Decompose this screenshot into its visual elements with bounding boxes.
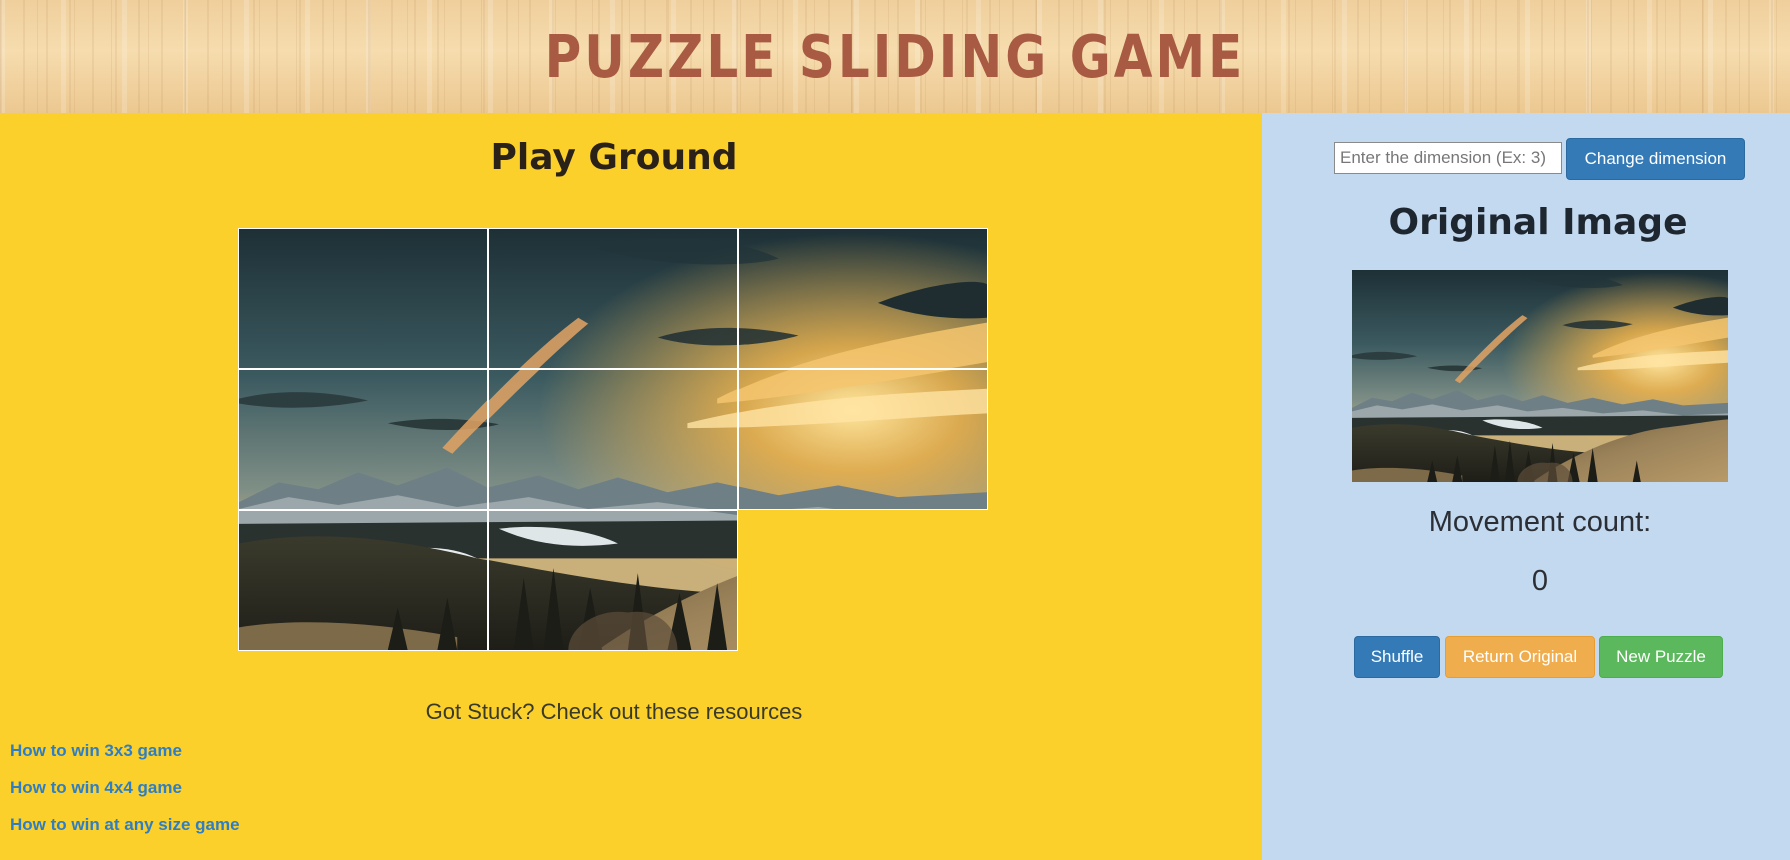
puzzle-tile[interactable]: [238, 228, 983, 646]
puzzle-tile[interactable]: [238, 233, 983, 651]
puzzle-tile-image: [241, 233, 985, 650]
resource-links: How to win 3x3 game How to win 4x4 game …: [10, 740, 240, 851]
puzzle-tile-image: [241, 231, 985, 648]
puzzle-tile-image: [239, 229, 983, 646]
puzzle-tile[interactable]: [241, 231, 985, 648]
puzzle-tile-image: [239, 233, 983, 650]
puzzle-tile[interactable]: [243, 228, 988, 646]
link-4x4-guide[interactable]: How to win 4x4 game: [10, 777, 240, 814]
change-dimension-button[interactable]: Change dimension: [1566, 138, 1745, 180]
link-any-size-guide[interactable]: How to win at any size game: [10, 814, 240, 851]
original-image: [1352, 270, 1728, 482]
link-3x3-guide[interactable]: How to win 3x3 game: [10, 740, 240, 777]
shuffle-button[interactable]: Shuffle: [1354, 636, 1440, 678]
original-image-title: Original Image: [1388, 202, 1688, 243]
return-original-button[interactable]: Return Original: [1445, 636, 1595, 678]
puzzle-tile[interactable]: [238, 231, 983, 648]
movement-count-value: 0: [1531, 565, 1549, 597]
page-title: Puzzle Sliding Game: [544, 22, 1246, 91]
puzzle-tile[interactable]: [241, 233, 985, 651]
stuck-text: Got Stuck? Check out these resources: [425, 699, 803, 724]
play-ground-area: Play Ground Got Stuck? Check out these r…: [0, 113, 1262, 860]
puzzle-board: [238, 228, 990, 651]
movement-count-label: Movement count:: [1428, 506, 1652, 538]
puzzle-tile-image: [241, 229, 985, 646]
puzzle-tile-image: [239, 231, 983, 648]
dimension-input[interactable]: [1334, 142, 1562, 174]
control-panel: Change dimension Original Image Movement…: [1262, 113, 1790, 860]
puzzle-tile[interactable]: [241, 228, 985, 646]
new-puzzle-button[interactable]: New Puzzle: [1599, 636, 1723, 678]
page-header: Puzzle Sliding Game: [0, 0, 1790, 113]
puzzle-tile-image: [243, 231, 987, 648]
puzzle-tile-image: [243, 229, 987, 646]
puzzle-tile[interactable]: [243, 231, 988, 648]
play-ground-title: Play Ground: [490, 137, 738, 178]
